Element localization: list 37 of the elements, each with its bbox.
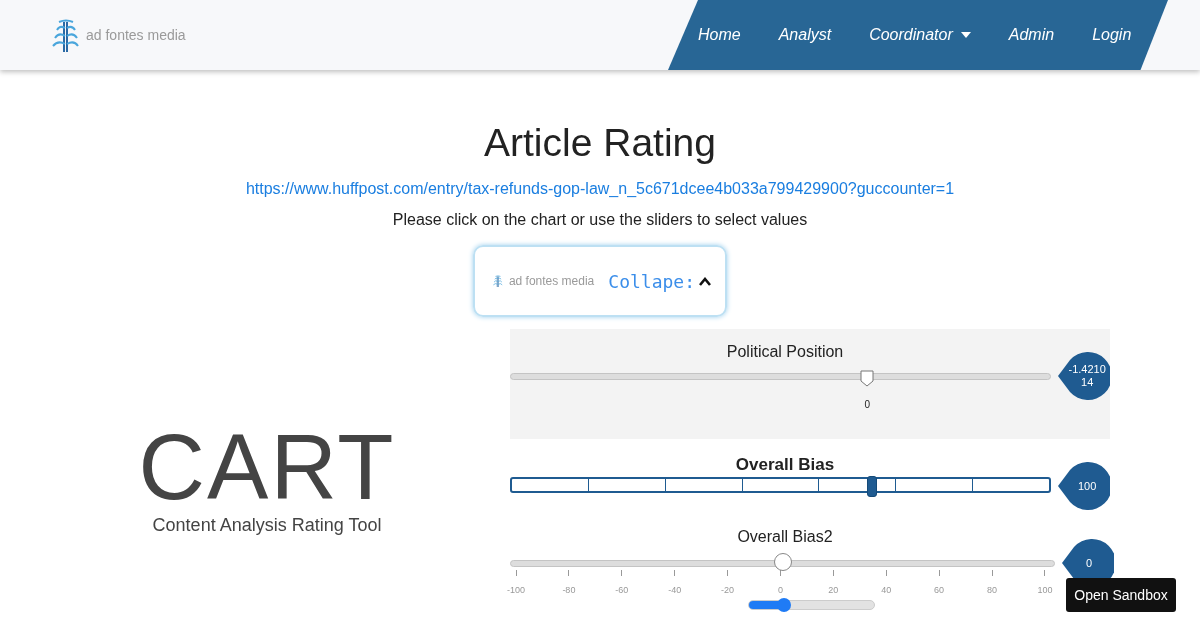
nav-link[interactable]: Analyst <box>778 26 848 44</box>
slider-title: Overall Bias2 <box>736 528 834 546</box>
slider-thumb[interactable] <box>859 370 874 387</box>
tick-label: 40 <box>881 585 892 595</box>
value-bubble: -1.4210 14 <box>1058 352 1110 400</box>
page-title: Article Rating <box>484 120 716 166</box>
article-link[interactable]: https://www.huffpost.com/entry/tax-refunds-gop-law_n_5c671dcee4b033a799429900?guccounter=1 <box>245 180 955 198</box>
logo-text: ad fontes media <box>86 27 186 43</box>
tick-label: -20 <box>721 585 735 595</box>
tick-label: -80 <box>562 585 576 595</box>
thumb-label: 0 <box>864 399 871 410</box>
caret-icon <box>699 276 711 286</box>
slider-title: Overall Bias <box>734 455 836 475</box>
slider-title: Political Position <box>725 343 845 361</box>
tick-label: 80 <box>987 585 997 595</box>
tick-label: -40 <box>668 585 682 595</box>
tagline: Content Analysis Rating Tool <box>152 515 382 536</box>
nav-link[interactable]: Admin <box>1008 26 1071 44</box>
slider-thumb[interactable] <box>777 598 791 612</box>
collapse-toggle[interactable]: Collape: <box>608 270 711 292</box>
instruction-text: Please click on the chart or use the sliders to select values <box>392 211 808 229</box>
fountain-logo-icon <box>52 18 80 52</box>
slider-thumb[interactable] <box>866 476 877 497</box>
slider-thumb[interactable] <box>773 553 792 571</box>
tick-label: 100 <box>1037 585 1053 595</box>
nav-link[interactable]: Login <box>1092 26 1132 44</box>
value-bubble: 100 <box>1058 462 1110 510</box>
tick-label: 20 <box>828 585 839 595</box>
nav-link[interactable]: Coordinator <box>869 26 987 44</box>
logo-text: ad fontes media <box>508 274 595 288</box>
tick-label: 60 <box>934 585 945 595</box>
tick-label: -100 <box>507 585 525 595</box>
tick-label: -60 <box>615 585 629 595</box>
nav-link[interactable]: Home <box>698 26 757 44</box>
cart-wordmark: CART <box>138 421 396 513</box>
open-sandbox-button[interactable]: Open Sandbox <box>1066 578 1176 612</box>
tick-label: 0 <box>777 585 783 595</box>
